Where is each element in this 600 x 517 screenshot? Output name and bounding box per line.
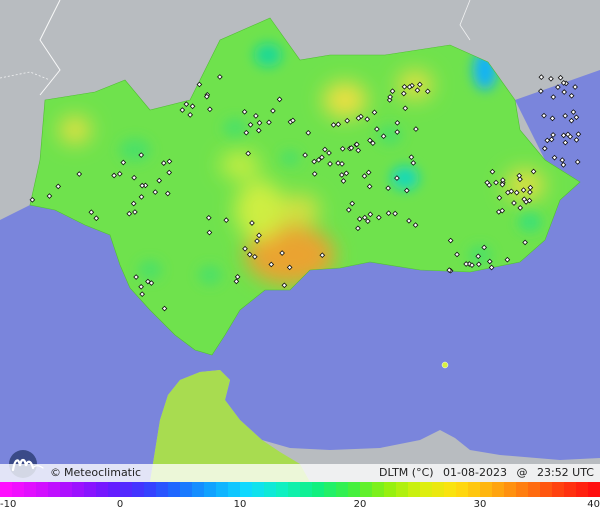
scale-cell (300, 482, 312, 497)
scale-cell (504, 482, 516, 497)
scale-cell (384, 482, 396, 497)
scale-cell (216, 482, 228, 497)
scale-cell (276, 482, 288, 497)
scale-cell (144, 482, 156, 497)
scale-cell (12, 482, 24, 497)
scale-cell (108, 482, 120, 497)
scale-cell (528, 482, 540, 497)
scale-cell (72, 482, 84, 497)
brand-name: Meteoclimatic (64, 466, 142, 479)
scale-cell (336, 482, 348, 497)
scale-cell (288, 482, 300, 497)
scale-cell (564, 482, 576, 497)
variable-label: DLTM (°C) (378, 466, 434, 479)
scale-label: 40 (587, 499, 600, 510)
scale-cell (552, 482, 564, 497)
scale-cell (480, 482, 492, 497)
scale-cell (420, 482, 432, 497)
scale-cell (204, 482, 216, 497)
scale-cell (252, 482, 264, 497)
scale-cell (468, 482, 480, 497)
scale-label: 10 (233, 499, 247, 510)
scale-cell (576, 482, 588, 497)
scale-cell (132, 482, 144, 497)
map-metadata: DLTM (°C) 01-08-2023 @ 23:52 UTC (379, 465, 594, 481)
brand-credit[interactable]: © Meteoclimatic (50, 465, 141, 481)
scale-cell (492, 482, 504, 497)
scale-cell (360, 482, 372, 497)
color-scale-labels: -10 0 10 20 30 40 (0, 497, 600, 517)
scale-label: 20 (353, 499, 367, 510)
map-canvas[interactable] (0, 0, 600, 482)
scale-cell (180, 482, 192, 497)
scale-cell (36, 482, 48, 497)
at-separator: @ (516, 466, 528, 479)
copyright-symbol: © (50, 466, 61, 479)
scale-cell (444, 482, 456, 497)
scale-cell (408, 482, 420, 497)
scale-cell (192, 482, 204, 497)
scale-cell (264, 482, 276, 497)
date-label: 01-08-2023 (443, 466, 507, 479)
scale-cell (540, 482, 552, 497)
scale-cell (312, 482, 324, 497)
scale-cell (84, 482, 96, 497)
scale-cell (24, 482, 36, 497)
scale-cell (228, 482, 240, 497)
scale-cell (120, 482, 132, 497)
scale-cell (432, 482, 444, 497)
scale-cell (96, 482, 108, 497)
alboran-island (441, 361, 449, 369)
scale-cell (372, 482, 384, 497)
scale-cell (156, 482, 168, 497)
time-label: 23:52 UTC (536, 466, 594, 479)
scale-cell (588, 482, 600, 497)
scale-cell (0, 482, 12, 497)
scale-cell (396, 482, 408, 497)
scale-cell (168, 482, 180, 497)
scale-cell (348, 482, 360, 497)
scale-label: 0 (116, 499, 124, 510)
color-scale-bar (0, 482, 600, 497)
scale-cell (240, 482, 252, 497)
scale-cell (324, 482, 336, 497)
scale-cell (516, 482, 528, 497)
temperature-map[interactable] (0, 0, 600, 517)
scale-label: -10 (0, 499, 17, 510)
scale-cell (456, 482, 468, 497)
scale-cell (48, 482, 60, 497)
scale-cell (60, 482, 72, 497)
scale-label: 30 (473, 499, 487, 510)
